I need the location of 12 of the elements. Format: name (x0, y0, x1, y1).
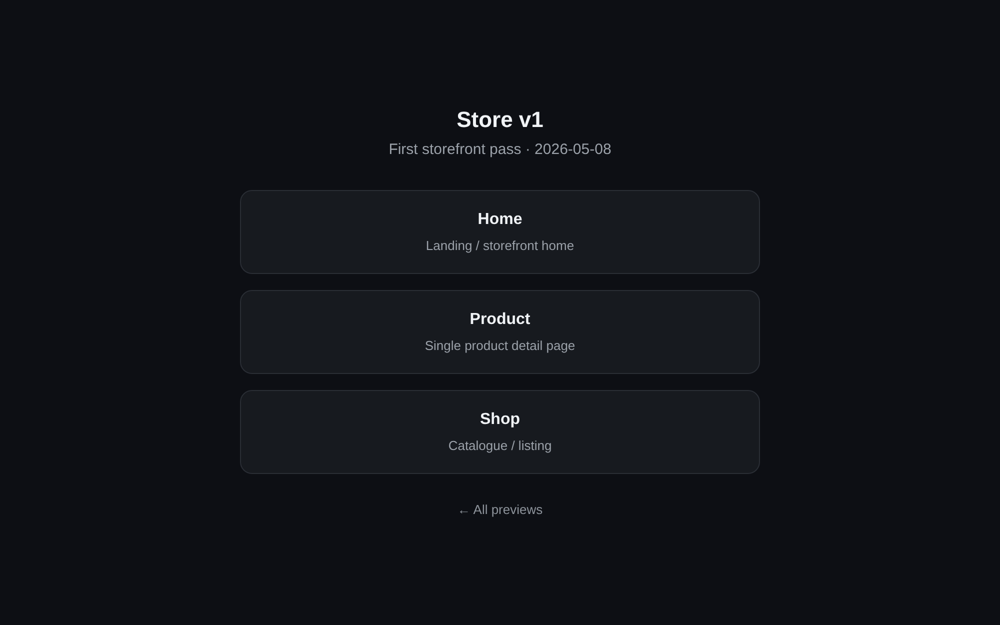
preview-card[interactable]: Product Single product detail page (240, 290, 760, 374)
preview-card[interactable]: Shop Catalogue / listing (240, 390, 760, 474)
card-title: Product (470, 310, 530, 330)
page-subtitle: First storefront pass · 2026-05-08 (388, 140, 612, 160)
card-description: Single product detail page (424, 337, 576, 355)
card-description: Landing / storefront home (426, 237, 574, 255)
card-title: Home (478, 210, 522, 230)
preview-card[interactable]: Home Landing / storefront home (240, 190, 760, 274)
back-link[interactable]: ← All previews (457, 500, 543, 520)
card-description: Catalogue / listing (448, 437, 552, 455)
page-title: Store v1 (456, 106, 544, 134)
card-title: Shop (480, 410, 520, 430)
